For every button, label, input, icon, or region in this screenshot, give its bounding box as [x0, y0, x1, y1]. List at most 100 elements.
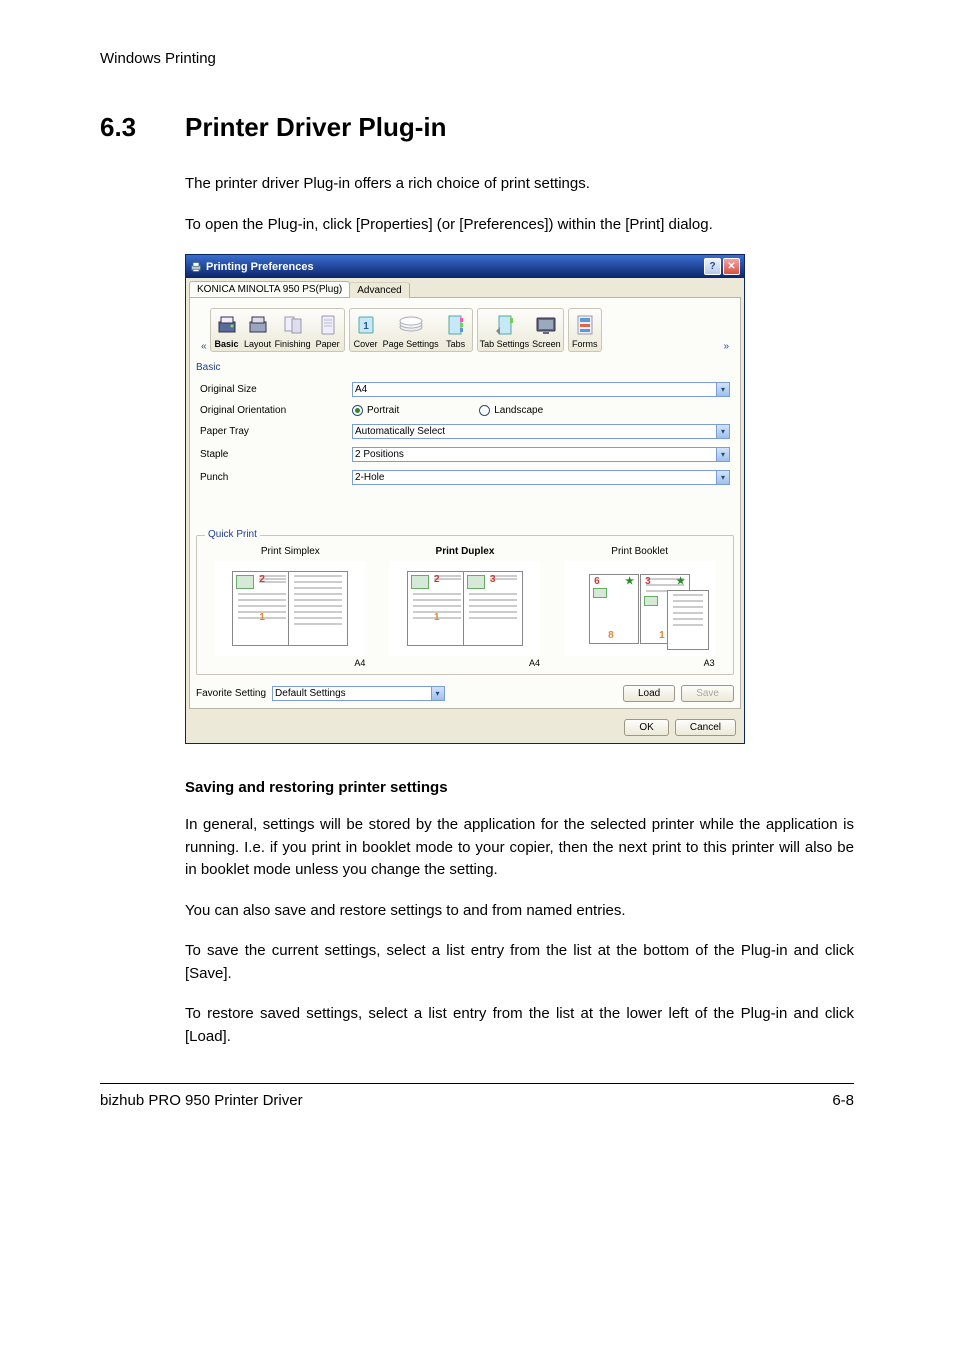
intro-paragraph-1: The printer driver Plug-in offers a rich…	[185, 173, 854, 196]
radio-landscape[interactable]: Landscape	[479, 405, 543, 416]
close-button[interactable]: ✕	[723, 258, 740, 275]
radio-portrait-label: Portrait	[367, 405, 399, 416]
toolbar-basic[interactable]: Basic	[213, 311, 241, 349]
section-title: 6.3Printer Driver Plug-in	[100, 112, 854, 143]
toolbar-finishing-label: Finishing	[275, 339, 311, 349]
tab-advanced[interactable]: Advanced	[349, 282, 409, 298]
printing-preferences-dialog: Printing Preferences ? ✕ KONICA MINOLTA …	[185, 254, 745, 744]
toolbar-screen[interactable]: Screen	[532, 311, 561, 349]
toolbar-screen-label: Screen	[532, 339, 561, 349]
toolbar-layout[interactable]: Layout	[244, 311, 272, 349]
row-orientation: Original Orientation Portrait Landscape	[198, 402, 732, 419]
staple-value: 2 Positions	[355, 449, 404, 460]
toolbar-page-settings[interactable]: Page Settings	[383, 311, 439, 349]
tab-settings-icon	[492, 313, 516, 337]
section-number: 6.3	[100, 112, 185, 143]
favorite-row: Favorite Setting Default Settings ▾ Load…	[196, 685, 734, 702]
load-button[interactable]: Load	[623, 685, 675, 702]
paragraph-5: To save the current settings, select a l…	[185, 940, 854, 985]
toolbar-page-settings-label: Page Settings	[383, 339, 439, 349]
finishing-icon	[281, 313, 305, 337]
paper-tray-select[interactable]: Automatically Select ▾	[352, 424, 730, 439]
paragraph-4: You can also save and restore settings t…	[185, 900, 854, 923]
qp-booklet-size: A3	[565, 658, 715, 668]
section-label-basic: Basic	[196, 362, 734, 373]
punch-value: 2-Hole	[355, 472, 384, 483]
quick-print-legend: Quick Print	[205, 529, 260, 540]
row-staple: Staple 2 Positions ▾	[198, 444, 732, 465]
toolbar-paper[interactable]: Paper	[314, 311, 342, 349]
section-title-text: Printer Driver Plug-in	[185, 112, 447, 142]
favorite-label: Favorite Setting	[196, 688, 266, 699]
toolbar-scroll-right[interactable]: »	[720, 341, 732, 352]
toolbar-scroll-left[interactable]: «	[198, 341, 210, 352]
toolbar-cover[interactable]: 1 Cover	[352, 311, 380, 349]
quick-print-booklet[interactable]: Print Booklet 6 ★ 8	[565, 546, 715, 668]
toolbar-forms-label: Forms	[572, 339, 598, 349]
toolbar-tab-settings[interactable]: Tab Settings	[480, 311, 530, 349]
page-settings-icon	[397, 313, 425, 337]
footer-left: bizhub PRO 950 Printer Driver	[100, 1092, 303, 1109]
label-orientation: Original Orientation	[198, 402, 348, 419]
toolbar-paper-label: Paper	[316, 339, 340, 349]
titlebar-text: Printing Preferences	[206, 261, 314, 273]
chevron-down-icon: ▾	[716, 448, 729, 461]
tab-plugin[interactable]: KONICA MINOLTA 950 PS(Plug)	[189, 281, 350, 297]
toolbar: « Basic Layout Finishing	[196, 306, 734, 356]
chevron-down-icon: ▾	[431, 687, 444, 700]
radio-dot-icon	[479, 405, 490, 416]
toolbar-tab-settings-label: Tab Settings	[480, 339, 530, 349]
label-punch: Punch	[198, 467, 348, 488]
toolbar-cover-label: Cover	[354, 339, 378, 349]
original-size-value: A4	[355, 384, 367, 395]
toolbar-layout-label: Layout	[244, 339, 271, 349]
help-button[interactable]: ?	[704, 258, 721, 275]
radio-portrait[interactable]: Portrait	[352, 405, 399, 416]
basic-form: Original Size A4 ▾ Original Orientation	[196, 377, 734, 490]
basic-icon	[215, 313, 239, 337]
row-paper-tray: Paper Tray Automatically Select ▾	[198, 421, 732, 442]
label-staple: Staple	[198, 444, 348, 465]
paragraph-6: To restore saved settings, select a list…	[185, 1003, 854, 1048]
toolbar-forms[interactable]: Forms	[571, 311, 599, 349]
ok-button[interactable]: OK	[624, 719, 668, 736]
favorite-value: Default Settings	[275, 688, 346, 699]
qp-booklet-label: Print Booklet	[565, 546, 715, 558]
screen-icon	[534, 313, 558, 337]
row-punch: Punch 2-Hole ▾	[198, 467, 732, 488]
titlebar[interactable]: Printing Preferences ? ✕	[186, 255, 744, 278]
tabs-icon	[445, 313, 467, 337]
cover-icon: 1	[354, 313, 378, 337]
punch-select[interactable]: 2-Hole ▾	[352, 470, 730, 485]
toolbar-tabs[interactable]: Tabs	[442, 311, 470, 349]
forms-icon	[574, 313, 596, 337]
quick-print-duplex[interactable]: Print Duplex 2 1 3	[390, 546, 540, 668]
row-original-size: Original Size A4 ▾	[198, 379, 732, 400]
radio-landscape-label: Landscape	[494, 405, 543, 416]
chevron-down-icon: ▾	[716, 425, 729, 438]
qp-simplex-label: Print Simplex	[215, 546, 365, 558]
chevron-down-icon: ▾	[716, 383, 729, 396]
paragraph-3: In general, settings will be stored by t…	[185, 814, 854, 882]
radio-dot-icon	[352, 405, 363, 416]
original-size-select[interactable]: A4 ▾	[352, 382, 730, 397]
page-footer: bizhub PRO 950 Printer Driver 6-8	[100, 1083, 854, 1109]
tab-strip: KONICA MINOLTA 950 PS(Plug) Advanced	[186, 278, 744, 297]
page-header: Windows Printing	[100, 50, 854, 67]
quick-print-simplex[interactable]: Print Simplex 2 1 A	[215, 546, 365, 668]
quick-print-group: Quick Print Print Simplex 2 1	[196, 535, 734, 675]
qp-duplex-label: Print Duplex	[390, 546, 540, 558]
toolbar-finishing[interactable]: Finishing	[275, 311, 311, 349]
intro-paragraph-2: To open the Plug-in, click [Properties] …	[185, 214, 854, 237]
staple-select[interactable]: 2 Positions ▾	[352, 447, 730, 462]
qp-simplex-size: A4	[215, 658, 365, 668]
favorite-select[interactable]: Default Settings ▾	[272, 686, 444, 701]
chevron-down-icon: ▾	[716, 471, 729, 484]
qp-duplex-size: A4	[390, 658, 540, 668]
printer-icon	[190, 261, 202, 273]
toolbar-tabs-label: Tabs	[446, 339, 465, 349]
save-button[interactable]: Save	[681, 685, 734, 702]
paper-tray-value: Automatically Select	[355, 426, 445, 437]
cancel-button[interactable]: Cancel	[675, 719, 736, 736]
subheading-saving: Saving and restoring printer settings	[185, 779, 854, 796]
